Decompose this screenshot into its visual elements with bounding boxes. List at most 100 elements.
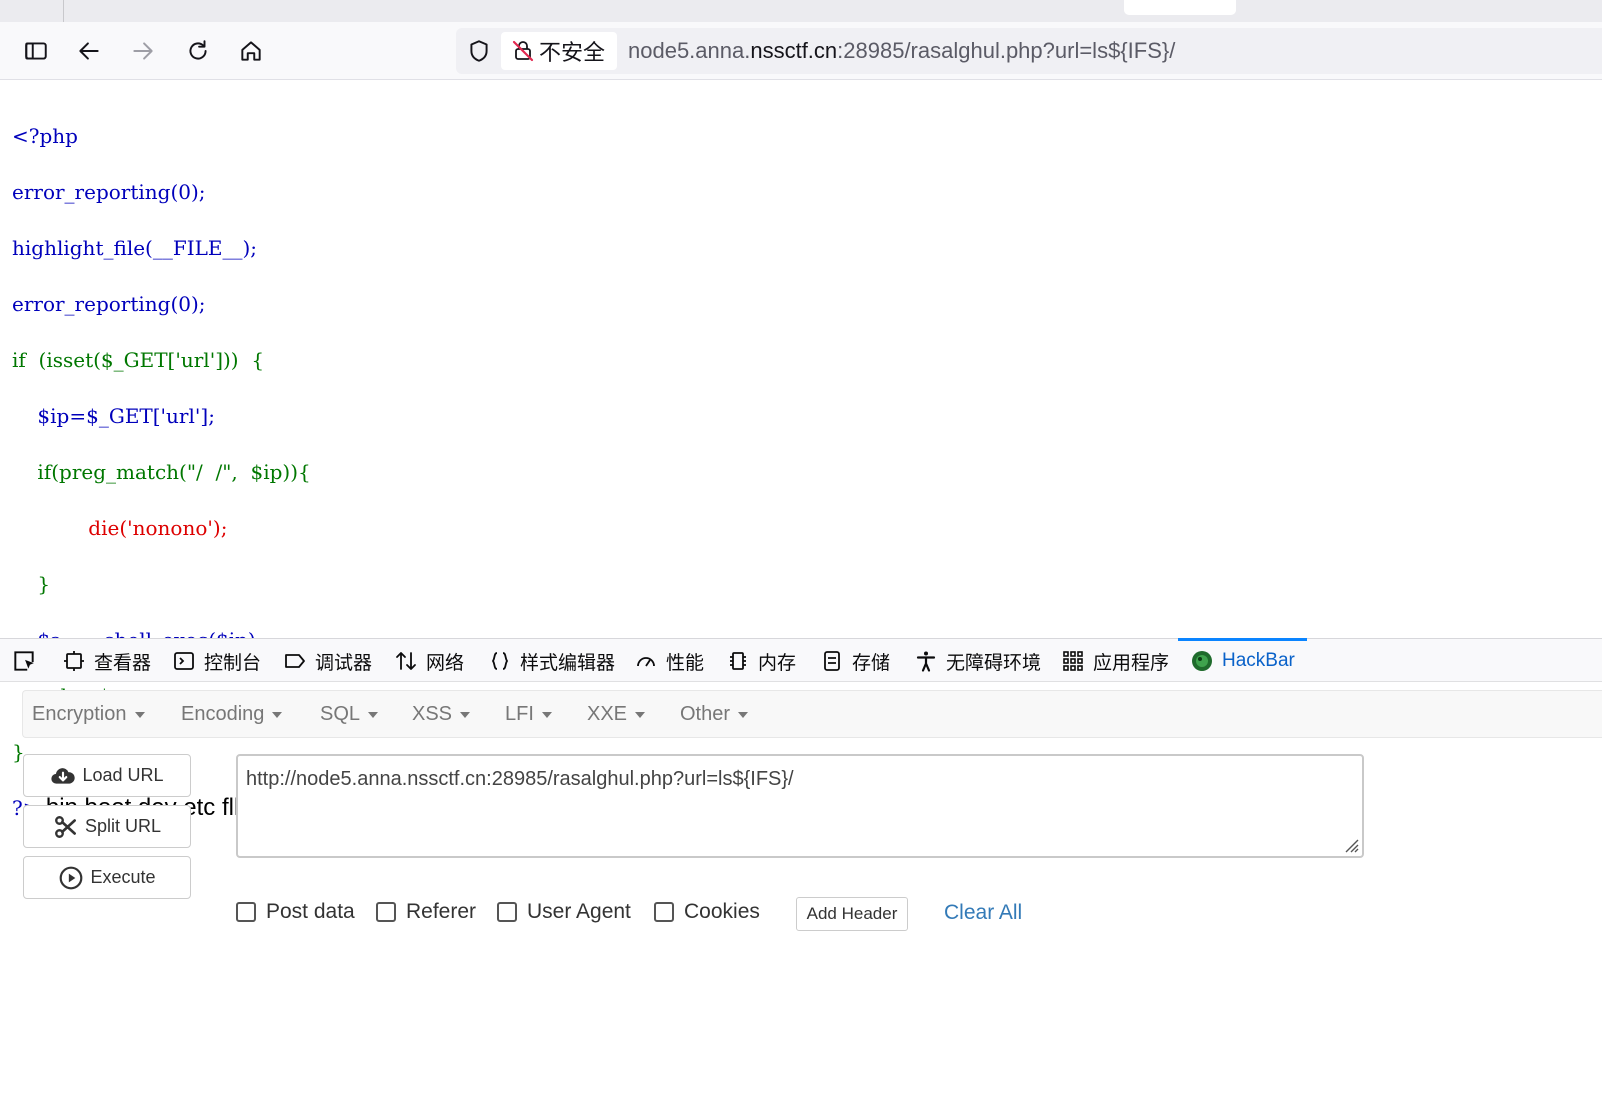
code-line: die('nonono'); <box>12 516 228 540</box>
menu-label: LFI <box>505 703 534 725</box>
resize-handle-icon[interactable] <box>1340 834 1360 854</box>
url-textarea-value: http://node5.anna.nssctf.cn:28985/rasalg… <box>246 768 794 790</box>
navigation-bar: 不安全 node5.anna.nssctf.cn:28985/rasalghul… <box>0 22 1602 80</box>
checkbox-label: Cookies <box>684 900 760 923</box>
home-button[interactable] <box>233 33 269 69</box>
tab-label: 内存 <box>758 652 797 674</box>
execute-button[interactable]: Execute <box>23 856 191 899</box>
cloud-download-icon <box>51 767 76 784</box>
checkbox-box[interactable] <box>497 902 517 922</box>
tab-hackbar[interactable]: HackBar <box>1178 638 1307 683</box>
home-icon <box>241 41 261 61</box>
style-editor-icon <box>491 652 509 670</box>
menu-other[interactable]: Other <box>680 703 749 726</box>
tab-label: 性能 <box>666 652 705 674</box>
execute-label: Execute <box>90 867 156 887</box>
url-domain: nssctf.cn <box>750 38 838 63</box>
post-data-checkbox[interactable]: Post data <box>236 900 355 924</box>
load-url-button[interactable]: Load URL <box>23 754 191 797</box>
reload-button[interactable] <box>180 33 216 69</box>
code-line: error_reporting(0); <box>12 292 206 316</box>
menu-label: XSS <box>412 703 453 725</box>
tab-memory[interactable]: 内存 <box>726 639 796 683</box>
add-header-button[interactable]: Add Header <box>796 897 908 931</box>
menu-xss[interactable]: XSS <box>412 703 471 726</box>
menu-sql[interactable]: SQL <box>320 703 379 726</box>
caret-down-icon <box>635 711 646 718</box>
memory-icon <box>730 652 746 670</box>
url-text[interactable]: node5.anna.nssctf.cn:28985/rasalghul.php… <box>628 38 1175 64</box>
checkbox-label: Post data <box>266 900 355 923</box>
caret-down-icon <box>541 711 552 718</box>
connection-insecure-badge[interactable]: 不安全 <box>501 32 617 70</box>
checkbox-box[interactable] <box>236 902 256 922</box>
tab-accessibility[interactable]: 无障碍环境 <box>914 639 1041 683</box>
arrow-left-icon <box>79 42 99 60</box>
debugger-icon <box>285 654 305 668</box>
tab-performance[interactable]: 性能 <box>634 639 704 683</box>
performance-icon <box>637 657 655 667</box>
tab-label: 存储 <box>852 652 891 674</box>
tab-network[interactable]: 网络 <box>394 639 464 683</box>
checkbox-label: Referer <box>406 900 477 923</box>
menu-xxe[interactable]: XXE <box>587 703 646 726</box>
tab-label: 调试器 <box>315 652 373 674</box>
checkbox-box[interactable] <box>654 902 674 922</box>
code-line: $ip=$_GET['url']; <box>12 404 215 428</box>
tab-inspector[interactable]: 查看器 <box>62 639 151 683</box>
play-circle-icon <box>60 866 83 889</box>
forward-button[interactable] <box>125 33 161 69</box>
referer-checkbox[interactable]: Referer <box>376 900 476 924</box>
back-button[interactable] <box>71 33 107 69</box>
tab-label: 应用程序 <box>1093 652 1170 674</box>
menu-encoding[interactable]: Encoding <box>181 703 283 726</box>
split-url-button[interactable]: Split URL <box>23 805 191 848</box>
tab-label: HackBar <box>1222 650 1295 671</box>
hackbar-icon <box>1192 651 1212 671</box>
menu-lfi[interactable]: LFI <box>505 703 552 726</box>
shield-icon[interactable] <box>466 38 492 64</box>
menu-encryption[interactable]: Encryption <box>32 703 145 726</box>
code-line: error_reporting(0); <box>12 178 1125 206</box>
scissors-icon <box>55 815 76 838</box>
tab-separator <box>63 0 64 22</box>
clear-all-link[interactable]: Clear All <box>944 901 1022 925</box>
code-line: <?php <box>12 124 78 148</box>
cookies-checkbox[interactable]: Cookies <box>654 900 760 924</box>
url-prefix: node5.anna. <box>628 38 751 63</box>
application-icon <box>1063 651 1083 671</box>
code-line: if (isset($_GET['url'])) { <box>12 348 265 372</box>
inspector-icon <box>64 651 84 671</box>
user-agent-checkbox[interactable]: User Agent <box>497 900 631 924</box>
tab-label: 无障碍环境 <box>946 652 1042 674</box>
menu-label: Other <box>680 703 731 725</box>
add-header-label: Add Header <box>806 904 898 923</box>
insecure-label: 不安全 <box>539 40 606 65</box>
sidebar-icon <box>25 42 47 60</box>
arrow-right-icon <box>133 42 153 60</box>
tab-application[interactable]: 应用程序 <box>1061 639 1169 683</box>
checkbox-label: User Agent <box>527 900 631 923</box>
code-line: if(preg_match("/ /", $ip)){ <box>12 460 311 484</box>
tab-style-editor[interactable]: 样式编辑器 <box>488 639 615 683</box>
checkbox-box[interactable] <box>376 902 396 922</box>
address-bar[interactable]: 不安全 node5.anna.nssctf.cn:28985/rasalghul… <box>456 28 1602 74</box>
accessibility-icon <box>916 651 936 672</box>
caret-down-icon <box>460 711 471 718</box>
sidebar-toggle-button[interactable] <box>18 33 54 69</box>
network-icon <box>396 652 416 670</box>
new-tab-area[interactable] <box>1124 0 1236 15</box>
tab-label: 样式编辑器 <box>520 652 616 674</box>
caret-down-icon <box>738 711 749 718</box>
url-textarea[interactable]: http://node5.anna.nssctf.cn:28985/rasalg… <box>236 754 1364 858</box>
tab-storage[interactable]: 存储 <box>820 639 890 683</box>
tab-debugger[interactable]: 调试器 <box>283 639 372 683</box>
caret-down-icon <box>368 711 379 718</box>
reload-icon <box>189 40 207 60</box>
code-line-text: error_reporting(0); <box>12 180 206 204</box>
storage-icon <box>824 651 840 671</box>
code-line: } <box>12 572 51 596</box>
tab-console[interactable]: 控制台 <box>172 639 261 683</box>
menu-label: Encryption <box>32 703 127 725</box>
element-picker-icon[interactable] <box>10 648 38 674</box>
